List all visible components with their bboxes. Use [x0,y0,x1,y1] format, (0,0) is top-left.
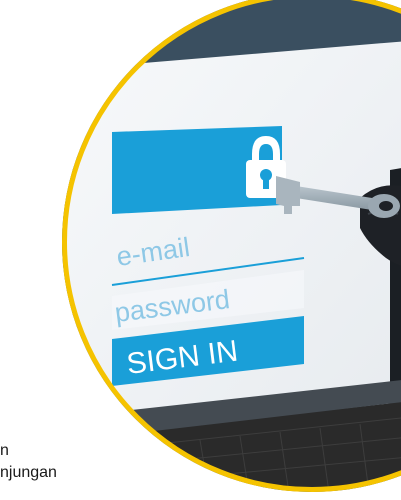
side-caption-line-2: njungan [0,464,57,481]
side-caption-line-1: n [0,442,9,459]
illustration-stage: e-mail password SIGN IN n njungan [0,0,401,500]
login-illustration: e-mail password SIGN IN [65,0,401,489]
